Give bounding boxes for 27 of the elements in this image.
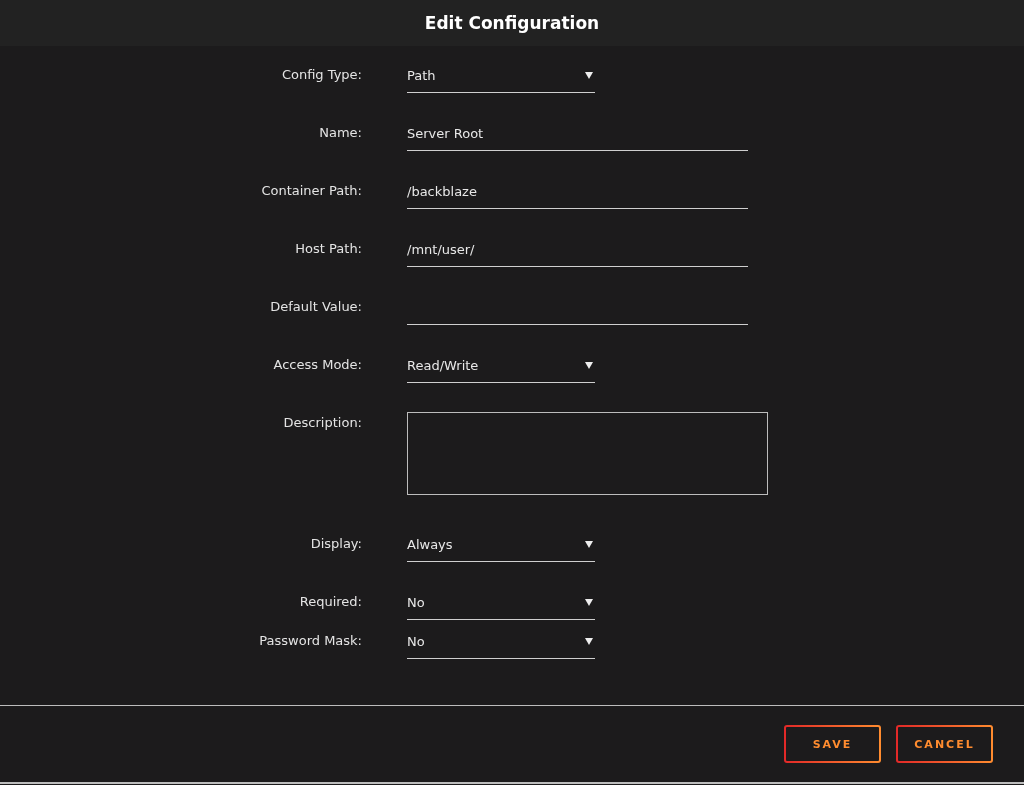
- field-label: Required:: [298, 593, 362, 609]
- dropdown[interactable]: No: [407, 585, 595, 620]
- field-label: Description:: [282, 414, 362, 430]
- window-title: Edit Configuration: [424, 13, 600, 33]
- input-field[interactable]: /mnt/user/: [407, 232, 748, 267]
- caret-icon: [585, 361, 593, 369]
- input-field[interactable]: /backblaze: [407, 174, 748, 209]
- caret-icon: [585, 540, 593, 548]
- dropdown[interactable]: Always: [407, 527, 595, 562]
- dropdown[interactable]: Read/Write: [407, 348, 595, 383]
- caret-icon: [585, 637, 593, 645]
- field-label: Config Type:: [280, 66, 362, 82]
- field-label: Display:: [309, 535, 362, 551]
- input-field[interactable]: Server Root: [407, 116, 748, 151]
- dropdown[interactable]: Path: [407, 58, 595, 93]
- caret-icon: [585, 71, 593, 79]
- field-label: Container Path:: [260, 182, 362, 198]
- dropdown[interactable]: No: [407, 624, 595, 659]
- caret-icon: [585, 598, 593, 606]
- field-label: Name:: [318, 124, 362, 140]
- field-label: Access Mode:: [272, 356, 362, 372]
- text-area[interactable]: [407, 412, 768, 495]
- field-label: Default Value:: [269, 298, 362, 314]
- field-label: Host Path:: [294, 240, 362, 256]
- save-button[interactable]: SAVE: [784, 725, 881, 763]
- cancel-button[interactable]: CANCEL: [896, 725, 993, 763]
- field-label: Password Mask:: [258, 632, 362, 648]
